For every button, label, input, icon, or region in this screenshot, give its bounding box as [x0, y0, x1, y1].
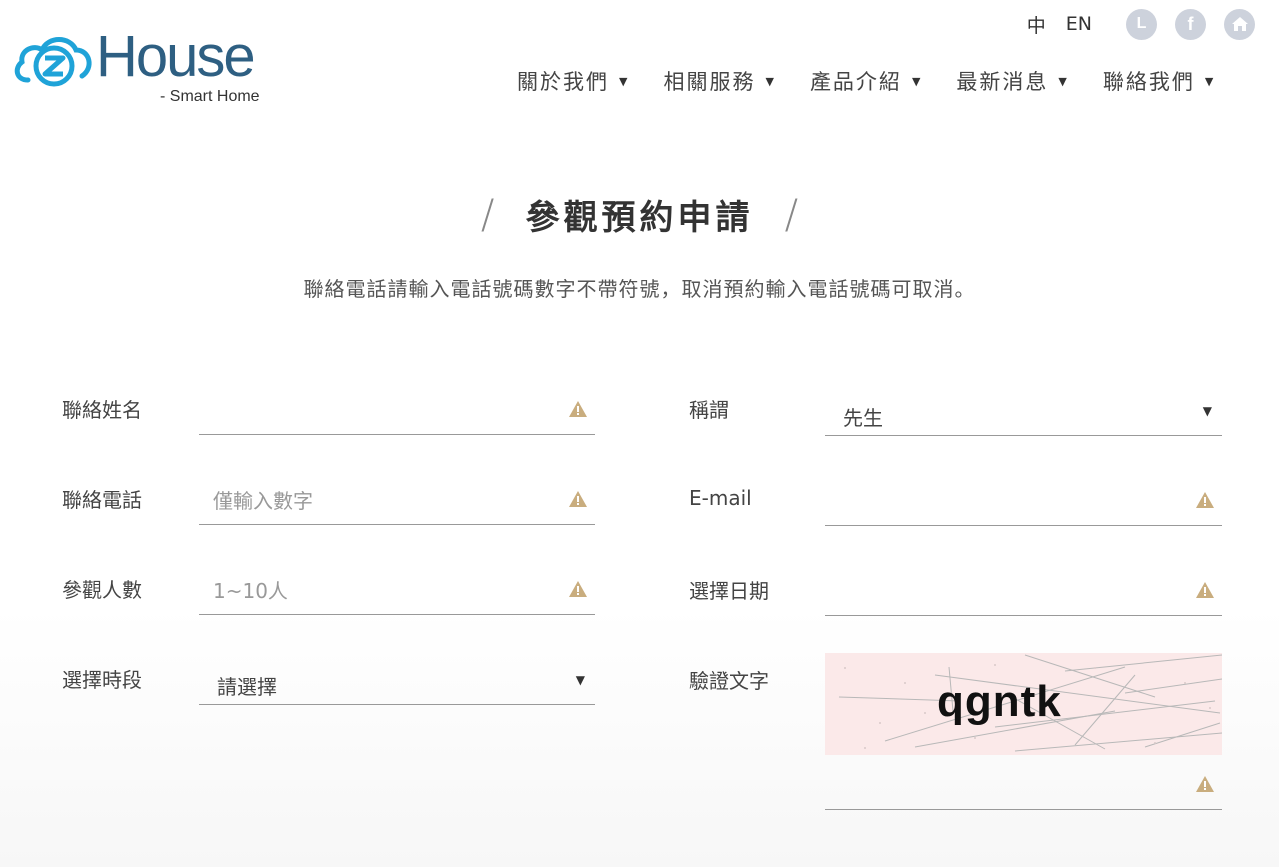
- captcha-text: qgntk: [937, 677, 1062, 726]
- nav-products[interactable]: 產品介紹 ▼: [810, 66, 922, 96]
- date-input[interactable]: [839, 570, 1176, 614]
- captcha-field-wrap: [825, 764, 1222, 810]
- lang-en-link[interactable]: EN: [1066, 13, 1092, 35]
- logo-wordmark: House: [96, 24, 256, 89]
- phone-input[interactable]: [213, 479, 549, 523]
- home-icon[interactable]: [1224, 8, 1255, 40]
- cloud-logo-icon: [14, 37, 92, 87]
- nav-news-label: 最新消息: [956, 70, 1049, 94]
- captcha-input[interactable]: [839, 764, 1176, 808]
- timeslot-label: 選擇時段: [62, 668, 142, 692]
- chevron-down-icon: ▼: [1204, 74, 1216, 88]
- people-field-wrap: [199, 569, 595, 615]
- page-title: 參觀預約申請: [525, 198, 754, 238]
- chevron-down-icon: ▼: [619, 74, 630, 88]
- page-instructions: 聯絡電話請輸入電話號碼數字不帶符號，取消預約輸入電話號碼可取消。: [303, 277, 976, 301]
- chevron-down-icon: ▼: [1058, 74, 1069, 88]
- nav-about[interactable]: 關於我們 ▼: [517, 66, 629, 96]
- email-label: E-mail: [689, 486, 752, 510]
- name-input[interactable]: [213, 389, 549, 433]
- facebook-glyph: f: [1187, 13, 1194, 34]
- warning-icon: [1196, 582, 1214, 598]
- top-utility-bar: 中 EN L f: [1027, 8, 1255, 40]
- warning-icon: [569, 491, 587, 507]
- warning-icon: [569, 401, 587, 417]
- nav-about-label: 關於我們: [517, 70, 609, 94]
- home-glyph-icon: [1231, 17, 1248, 31]
- warning-icon: [1196, 776, 1214, 792]
- captcha-image[interactable]: qgntk: [825, 653, 1222, 755]
- facebook-icon[interactable]: f: [1175, 8, 1206, 40]
- title-slash-right: /: [784, 191, 799, 238]
- nav-services[interactable]: 相關服務 ▼: [663, 66, 775, 96]
- nav-products-label: 產品介紹: [809, 70, 902, 94]
- chevron-down-icon: ▼: [911, 74, 923, 88]
- date-field-wrap: [825, 570, 1222, 616]
- timeslot-select[interactable]: 請選擇 ▼: [199, 659, 595, 705]
- site-logo[interactable]: House - Smart Home: [14, 24, 284, 110]
- people-label: 參觀人數: [62, 578, 142, 602]
- chevron-down-icon: ▼: [1202, 404, 1212, 418]
- nav-news[interactable]: 最新消息 ▼: [956, 66, 1068, 96]
- chevron-down-icon: ▼: [575, 673, 585, 687]
- email-input[interactable]: [839, 480, 1176, 524]
- warning-icon: [569, 581, 587, 597]
- title-slash-left: /: [480, 191, 495, 238]
- main-nav: 關於我們 ▼ 相關服務 ▼ 產品介紹 ▼ 最新消息 ▼ 聯絡我們 ▼: [517, 66, 1215, 96]
- nav-contact-label: 聯絡我們: [1102, 70, 1195, 94]
- warning-icon: [1196, 492, 1214, 508]
- lang-zh-link[interactable]: 中: [1027, 11, 1046, 38]
- name-label: 聯絡姓名: [62, 398, 142, 422]
- nav-services-label: 相關服務: [663, 70, 756, 94]
- page-title-block: / 參觀預約申請 /: [0, 190, 1279, 239]
- timeslot-selected-value: 請選擇: [217, 675, 277, 699]
- salutation-label: 稱謂: [689, 398, 729, 422]
- logo-tagline: - Smart Home: [160, 88, 260, 105]
- email-field-wrap: [825, 480, 1222, 526]
- name-field-wrap: [199, 389, 595, 435]
- salutation-select[interactable]: 先生 ▼: [825, 390, 1222, 436]
- phone-field-wrap: [199, 479, 595, 525]
- people-count-input[interactable]: [213, 569, 549, 613]
- captcha-label: 驗證文字: [689, 669, 769, 693]
- chevron-down-icon: ▼: [765, 74, 776, 88]
- salutation-selected-value: 先生: [843, 406, 883, 430]
- line-icon[interactable]: L: [1126, 8, 1157, 40]
- line-glyph: L: [1136, 15, 1147, 32]
- phone-label: 聯絡電話: [62, 488, 142, 512]
- date-label: 選擇日期: [689, 579, 769, 603]
- nav-contact[interactable]: 聯絡我們 ▼: [1103, 66, 1215, 96]
